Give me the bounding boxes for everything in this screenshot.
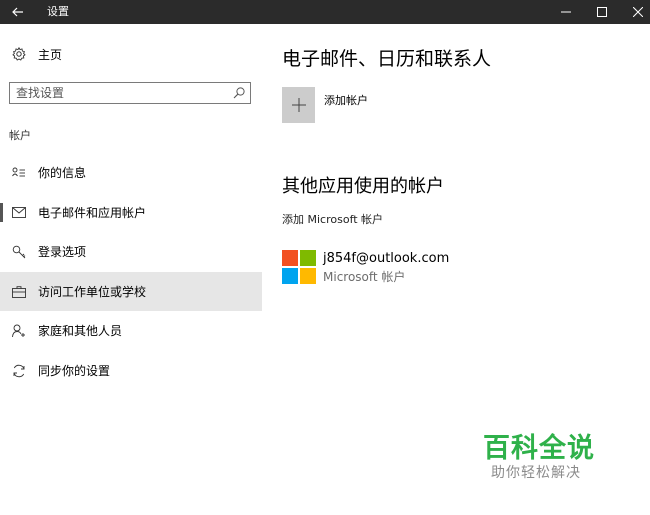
sidebar-item-sign-in-options[interactable]: 登录选项 bbox=[0, 232, 262, 271]
person-list-icon bbox=[10, 167, 28, 179]
person-add-icon bbox=[10, 324, 28, 338]
search-box[interactable] bbox=[9, 82, 251, 104]
watermark-subtitle: 助你轻松解决 bbox=[491, 465, 581, 481]
sidebar-item-label: 你的信息 bbox=[38, 166, 87, 180]
sidebar-item-sync[interactable]: 同步你的设置 bbox=[0, 351, 262, 390]
sidebar-item-label: 电子邮件和应用帐户 bbox=[38, 206, 147, 220]
sidebar-item-label: 登录选项 bbox=[38, 245, 87, 259]
search-icon[interactable] bbox=[232, 86, 246, 100]
section-label-accounts: 帐户 bbox=[9, 129, 31, 142]
search-input[interactable] bbox=[16, 85, 226, 101]
sidebar-item-work-school[interactable]: 访问工作单位或学校 bbox=[0, 272, 262, 311]
nav-indicator-bar bbox=[0, 203, 3, 222]
add-microsoft-account-link[interactable]: 添加 Microsoft 帐户 bbox=[282, 211, 383, 227]
sidebar-item-family[interactable]: 家庭和其他人员 bbox=[0, 311, 262, 350]
sidebar-item-label: 家庭和其他人员 bbox=[38, 324, 123, 338]
microsoft-logo-icon[interactable] bbox=[282, 250, 316, 284]
sidebar-item-email-accounts[interactable]: 电子邮件和应用帐户 bbox=[0, 193, 262, 232]
mail-icon bbox=[10, 207, 28, 218]
page-title: 电子邮件、日历和联系人 bbox=[282, 48, 492, 70]
title-bar: 设置 bbox=[0, 0, 650, 24]
home-label: 主页 bbox=[38, 47, 63, 62]
sidebar-item-label: 同步你的设置 bbox=[38, 364, 111, 378]
arrow-left-icon bbox=[12, 7, 23, 17]
section-title: 其他应用使用的帐户 bbox=[282, 176, 444, 197]
logo-square-green bbox=[300, 250, 316, 266]
window-title: 设置 bbox=[47, 5, 69, 18]
maximize-button[interactable] bbox=[584, 0, 620, 24]
account-email[interactable]: j854f@outlook.com bbox=[323, 251, 449, 266]
add-account-label[interactable]: 添加帐户 bbox=[324, 92, 368, 108]
home-nav-item[interactable]: 主页 bbox=[0, 42, 262, 66]
briefcase-icon bbox=[10, 285, 28, 298]
account-type: Microsoft 帐户 bbox=[323, 270, 406, 284]
logo-square-yellow bbox=[300, 268, 316, 284]
back-button[interactable] bbox=[0, 0, 36, 24]
sidebar-item-label: 访问工作单位或学校 bbox=[38, 285, 147, 299]
minimize-icon bbox=[561, 11, 571, 13]
maximize-icon bbox=[597, 7, 607, 17]
gear-icon bbox=[10, 47, 28, 61]
plus-icon bbox=[291, 98, 306, 112]
logo-square-red bbox=[282, 250, 298, 266]
watermark-title: 百科全说 bbox=[483, 433, 595, 464]
sidebar: 主页 帐户 你的信息 电子邮件和应用帐户 bbox=[0, 24, 262, 515]
minimize-button[interactable] bbox=[548, 0, 584, 24]
close-button[interactable] bbox=[620, 0, 650, 24]
sync-icon bbox=[10, 364, 28, 378]
close-icon bbox=[633, 7, 643, 17]
sidebar-item-your-info[interactable]: 你的信息 bbox=[0, 153, 262, 192]
logo-square-blue bbox=[282, 268, 298, 284]
add-account-button[interactable] bbox=[282, 87, 315, 123]
key-icon bbox=[10, 245, 28, 259]
